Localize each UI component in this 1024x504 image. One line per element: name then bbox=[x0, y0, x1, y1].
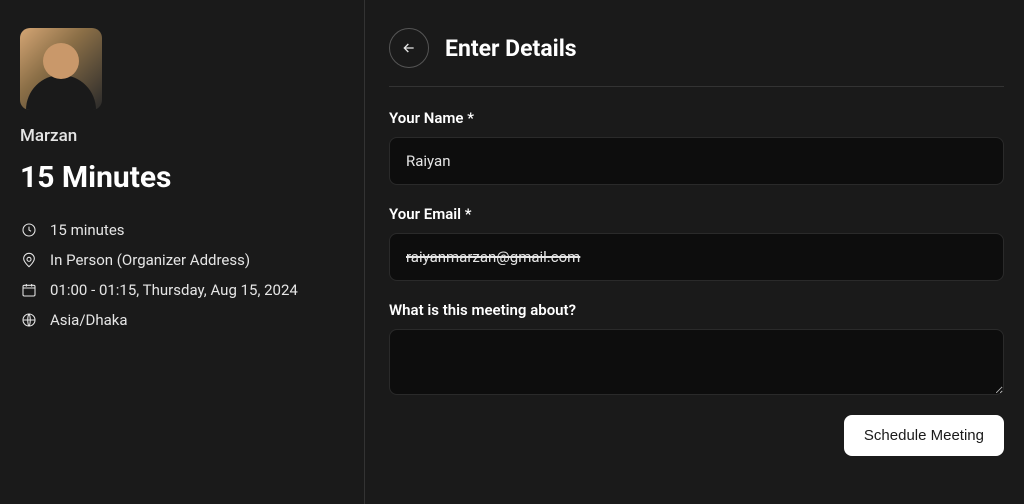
sidebar: Marzan 15 Minutes 15 minutes In Person (… bbox=[0, 0, 365, 504]
clock-icon bbox=[20, 221, 38, 239]
arrow-left-icon bbox=[401, 40, 417, 56]
location-icon bbox=[20, 251, 38, 269]
info-duration: 15 minutes bbox=[20, 221, 344, 239]
info-duration-text: 15 minutes bbox=[50, 221, 125, 239]
name-label: Your Name * bbox=[389, 109, 1004, 127]
info-location-text: In Person (Organizer Address) bbox=[50, 251, 250, 269]
info-timezone-text: Asia/Dhaka bbox=[50, 311, 128, 329]
page-title: Enter Details bbox=[445, 35, 577, 62]
email-label: Your Email * bbox=[389, 205, 1004, 223]
schedule-meeting-button[interactable]: Schedule Meeting bbox=[844, 415, 1004, 456]
info-datetime: 01:00 - 01:15, Thursday, Aug 15, 2024 bbox=[20, 281, 344, 299]
main: Enter Details Your Name * Your Email * W… bbox=[365, 0, 1024, 504]
info-location: In Person (Organizer Address) bbox=[20, 251, 344, 269]
divider bbox=[389, 86, 1004, 87]
button-row: Schedule Meeting bbox=[389, 415, 1004, 456]
globe-icon bbox=[20, 311, 38, 329]
info-datetime-text: 01:00 - 01:15, Thursday, Aug 15, 2024 bbox=[50, 281, 298, 299]
info-timezone: Asia/Dhaka bbox=[20, 311, 344, 329]
name-input[interactable] bbox=[389, 137, 1004, 185]
topic-input[interactable] bbox=[389, 329, 1004, 395]
avatar bbox=[20, 28, 102, 110]
organizer-name: Marzan bbox=[20, 126, 344, 146]
meeting-title: 15 Minutes bbox=[20, 160, 344, 195]
calendar-icon bbox=[20, 281, 38, 299]
email-input[interactable] bbox=[389, 233, 1004, 281]
header: Enter Details bbox=[389, 28, 1004, 68]
topic-label: What is this meeting about? bbox=[389, 301, 1004, 319]
back-button[interactable] bbox=[389, 28, 429, 68]
